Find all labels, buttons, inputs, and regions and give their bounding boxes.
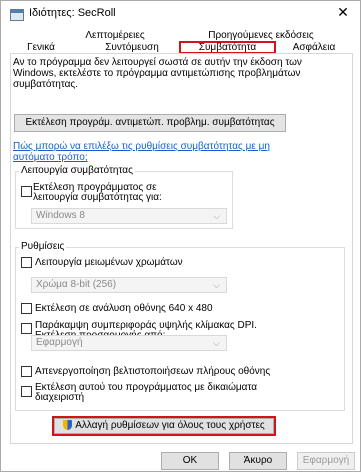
- compat-mode-checkbox[interactable]: [21, 186, 32, 197]
- fullscreen-opt-label: Απενεργοποίηση βελτιστοποιήσεων πλήρους …: [35, 366, 271, 377]
- properties-window: Ιδιότητες: SecRoll ✕ Λεπτομέρειες Προηγο…: [0, 0, 361, 472]
- compat-mode-label: Εκτέλεση προγράμματος σε λειτουργία συμβ…: [33, 182, 162, 203]
- res-640-checkbox[interactable]: [21, 303, 32, 314]
- compat-os-value: Windows 8: [36, 210, 85, 221]
- ok-button[interactable]: OK: [161, 452, 219, 470]
- run-troubleshooter-button[interactable]: Εκτέλεση προγράμ. αντιμετώπ. προβλημ. συ…: [14, 114, 286, 132]
- cancel-button[interactable]: Άκυρο: [229, 452, 287, 470]
- settings-group-label: Ρυθμίσεις: [19, 241, 67, 252]
- close-button[interactable]: ✕: [326, 1, 360, 25]
- apply-button[interactable]: Εφαρμογή: [297, 452, 355, 470]
- chevron-down-icon: ⌵: [213, 338, 220, 348]
- uac-shield-icon: [63, 420, 73, 430]
- change-all-users-label: Αλλαγή ρυθμίσεων για όλους τους χρήστες: [75, 420, 265, 431]
- chevron-down-icon: ⌵: [213, 211, 220, 221]
- dpi-source-value: Εφαρμογή: [36, 337, 83, 348]
- compat-mode-group-label: Λειτουργία συμβατότητας: [19, 165, 135, 176]
- color-depth-dropdown[interactable]: Χρώμα 8-bit (256) ⌵: [31, 277, 227, 293]
- title-bar: Ιδιότητες: SecRoll ✕: [1, 1, 360, 28]
- fullscreen-opt-checkbox[interactable]: [21, 366, 32, 377]
- chevron-down-icon: ⌵: [213, 280, 220, 290]
- dpi-source-dropdown[interactable]: Εφαρμογή ⌵: [31, 335, 227, 351]
- run-as-admin-label: Εκτέλεση αυτού του προγράμματος με δικαι…: [35, 382, 258, 403]
- compat-os-dropdown[interactable]: Windows 8 ⌵: [31, 208, 227, 224]
- window-app-icon: [10, 9, 24, 21]
- change-all-users-button[interactable]: Αλλαγή ρυθμίσεων για όλους τους χρήστες: [54, 418, 274, 434]
- reduced-color-label: Λειτουργία μειωμένων χρωμάτων: [35, 257, 183, 268]
- window-title: Ιδιότητες: SecRoll: [29, 7, 116, 19]
- reduced-color-checkbox[interactable]: [21, 257, 32, 268]
- res-640-label: Εκτέλεση σε ανάλυση οθόνης 640 x 480: [35, 303, 213, 314]
- manual-settings-link[interactable]: Πώς μπορώ να επιλέξω τις ρυθμίσεις συμβα…: [13, 141, 313, 163]
- tab-details[interactable]: Λεπτομέρειες: [75, 30, 155, 42]
- color-depth-value: Χρώμα 8-bit (256): [36, 279, 117, 290]
- run-as-admin-checkbox[interactable]: [21, 386, 32, 397]
- intro-text: Αν το πρόγραμμα δεν λειτουργεί σωστά σε …: [13, 57, 302, 90]
- dpi-override-checkbox[interactable]: [21, 323, 32, 334]
